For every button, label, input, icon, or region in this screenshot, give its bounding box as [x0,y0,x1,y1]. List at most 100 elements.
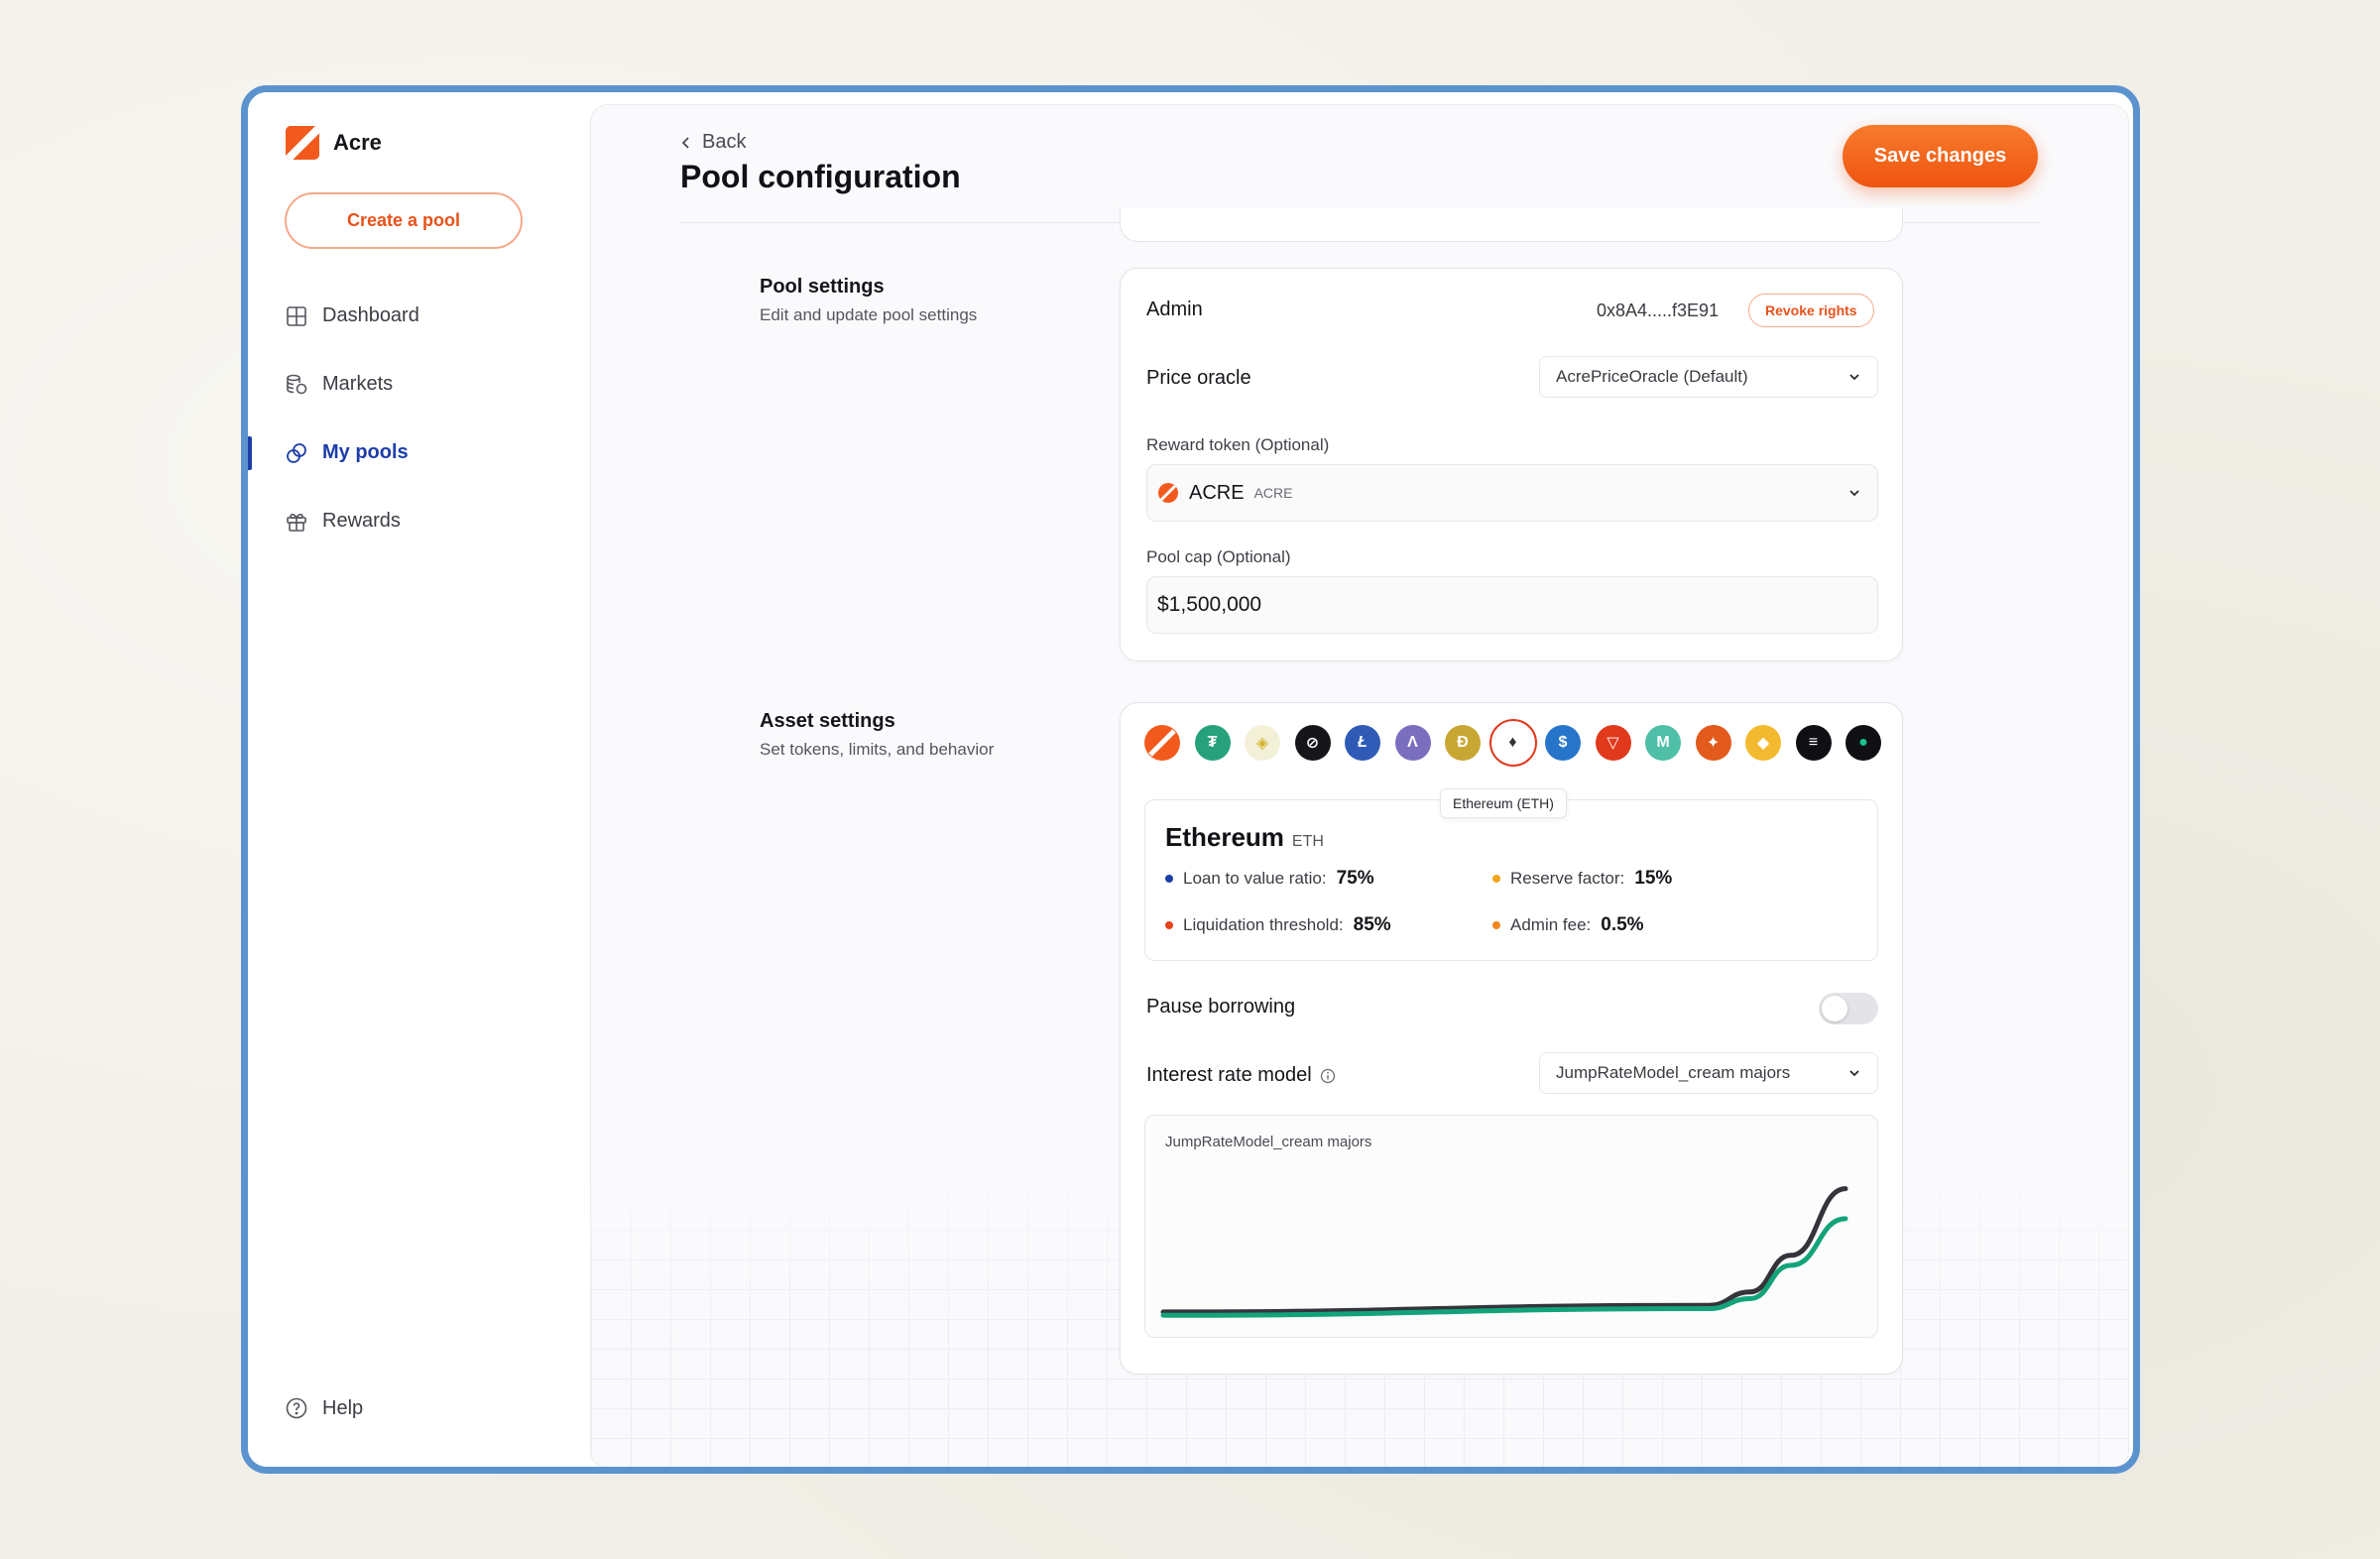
admin-fee-label: Admin fee: [1510,915,1592,934]
acre-icon[interactable] [1144,725,1180,761]
shiba-icon[interactable]: ✦ [1695,725,1731,761]
help-label: Help [322,1396,364,1419]
chevron-down-icon [1849,490,1859,497]
interest-rate-chart: JumpRateModel_cream majors [1144,1115,1878,1338]
irm-label: Interest rate model [1146,1064,1312,1086]
app-window: Acre Create a pool Dashboard Markets My … [241,85,2140,1474]
mstable-icon[interactable]: M [1645,725,1681,761]
help-link[interactable]: Help [285,1396,363,1420]
main-panel: Back Pool configuration Save changes Poo… [590,104,2129,1467]
reward-token-display: ACRE ACRE [1157,482,1292,505]
chevron-down-icon [1849,374,1859,381]
reserve-dot [1492,875,1500,883]
back-link[interactable]: Back [680,131,746,154]
binance-usd-icon[interactable]: ◈ [1245,725,1280,761]
dogecoin-icon[interactable]: Ð [1445,725,1481,761]
sidebar-item-dashboard[interactable]: Dashboard [248,282,590,350]
reward-token-name: ACRE [1189,481,1245,504]
aave-icon[interactable]: Λ [1394,725,1431,761]
pools-icon [287,442,306,463]
usdc-icon[interactable]: $ [1545,725,1581,761]
interest-rate-model-select[interactable]: JumpRateModel_cream majors [1539,1052,1878,1094]
sidebar-item-rewards[interactable]: Rewards [248,487,590,555]
back-label: Back [702,131,747,153]
info-icon[interactable] [1320,1068,1336,1084]
chevron-left-icon [681,136,689,149]
admin-fee-dot [1492,921,1500,929]
liquidation-threshold-metric: Liquidation threshold: 85% [1165,914,1391,936]
ltv-label: Loan to value ratio: [1183,869,1327,888]
reward-token-symbol: ACRE [1253,485,1293,501]
asset-details: Ethereum ETH Loan to value ratio: 75% Res… [1144,799,1878,961]
create-pool-button[interactable]: Create a pool [285,192,523,249]
ltv-dot [1165,875,1173,883]
asset-settings-subtitle: Set tokens, limits, and behavior [760,740,995,759]
save-changes-button[interactable]: Save changes [1843,125,2038,187]
solana-icon[interactable]: ≡ [1795,725,1832,761]
chart-plot [1160,1186,1848,1318]
pool-settings-title: Pool settings [760,276,885,298]
sidebar-item-label: Markets [322,373,394,395]
irm-value: JumpRateModel_cream majors [1556,1063,1791,1082]
pool-settings-subtitle: Edit and update pool settings [760,305,978,324]
sidebar-item-my-pools[interactable]: My pools [248,419,590,487]
gt-icon[interactable]: ● [1845,725,1881,761]
grid-icon [287,305,306,326]
bnb-icon[interactable]: ◆ [1745,725,1781,761]
litecoin-icon[interactable]: Ł [1345,725,1380,761]
revoke-rights-button[interactable]: Revoke rights [1748,294,1874,327]
pool-cap-input[interactable]: $1,500,000 [1146,576,1878,634]
irm-label-row: Interest rate model [1146,1064,1336,1087]
asset-settings-card: ₮ ◈ ⊘ Ł Λ Ð ♦ $ ▽ M ✦ ◆ ≡ ● Ethereum (ET… [1120,702,1903,1375]
liq-label: Liquidation threshold: [1183,915,1344,934]
tron-icon[interactable]: ▽ [1595,725,1631,761]
liq-value: 85% [1353,914,1391,935]
token-selector: ₮ ◈ ⊘ Ł Λ Ð ♦ $ ▽ M ✦ ◆ ≡ ● [1144,719,1881,767]
reserve-factor-metric: Reserve factor: 15% [1492,868,1672,890]
brand-name: Acre [333,130,382,155]
acre-token-icon [1158,483,1178,503]
admin-label: Admin [1146,299,1203,320]
liq-dot [1165,921,1173,929]
price-oracle-select[interactable]: AcrePriceOracle (Default) [1539,356,1878,398]
admin-fee-value: 0.5% [1601,914,1644,935]
sidebar-item-markets[interactable]: Markets [248,350,590,419]
asset-name: Ethereum [1165,822,1284,852]
chevron-down-icon [1849,1070,1859,1077]
chart-series-line-0 [1160,1186,1848,1315]
sidebar: Acre Create a pool Dashboard Markets My … [248,92,590,1467]
asset-symbol: ETH [1291,833,1324,850]
page-title: Pool configuration [680,159,961,194]
asset-settings-title: Asset settings [760,710,895,732]
brand[interactable]: Acre [286,126,382,160]
reward-token-select[interactable]: ACRE ACRE [1146,464,1878,522]
previous-card-edge [1120,208,1903,242]
admin-fee-metric: Admin fee: 0.5% [1492,914,1644,936]
pool-cap-value: $1,500,000 [1157,593,1262,616]
sidebar-item-label: My pools [322,441,409,463]
reward-token-label: Reward token (Optional) [1146,435,1330,454]
tether-icon[interactable]: ₮ [1194,725,1231,761]
acre-logo-icon [286,126,319,160]
sidebar-nav: Dashboard Markets My pools Rewards [248,282,590,555]
reserve-value: 15% [1634,868,1673,889]
reserve-label: Reserve factor: [1510,869,1625,888]
chart-series-line-1 [1160,1216,1848,1318]
asset-name-row: Ethereum ETH [1165,822,1324,853]
sidebar-item-label: Dashboard [322,304,419,326]
help-icon [286,1397,307,1419]
pause-borrowing-toggle[interactable] [1819,993,1878,1024]
coins-icon [287,374,307,394]
token-tooltip: Ethereum (ETH) [1440,788,1567,818]
stellar-icon[interactable]: ⊘ [1294,725,1331,761]
ltv-value: 75% [1336,868,1374,889]
price-oracle-value: AcrePriceOracle (Default) [1556,367,1748,386]
pool-cap-label: Pool cap (Optional) [1146,547,1291,566]
pool-settings-card: Admin 0x8A4.....f3E91 Revoke rights Pric… [1120,268,1903,661]
ltv-metric: Loan to value ratio: 75% [1165,868,1374,890]
gift-icon [287,513,306,532]
admin-address: 0x8A4.....f3E91 [1597,300,1720,320]
price-oracle-label: Price oracle [1146,367,1251,389]
ethereum-icon[interactable]: ♦ [1488,719,1537,767]
sidebar-item-label: Rewards [322,510,401,532]
